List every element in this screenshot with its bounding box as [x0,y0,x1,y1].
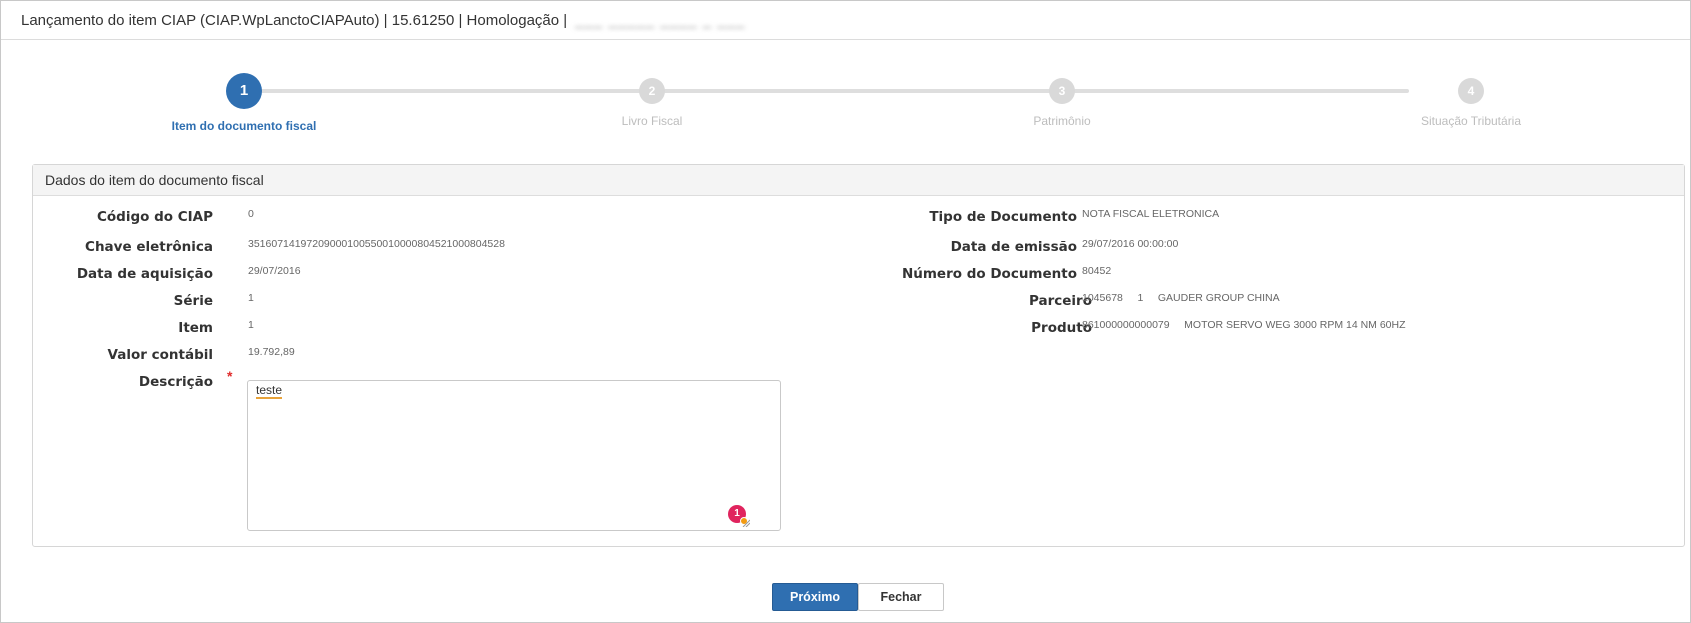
step-3-number: 3 [1049,78,1075,104]
document-item-panel: Dados do item do documento fiscal Código… [32,164,1685,547]
value-tipo-documento: NOTA FISCAL ELETRONICA [1082,208,1220,220]
step-3[interactable]: 3 Patrimônio [912,73,1212,128]
required-marker: * [227,368,233,384]
redacted-environment: ___ _____ ____ _ ___ [575,11,746,29]
descricao-text: teste [256,383,283,399]
step-2-label: Livro Fiscal [621,114,683,128]
close-button[interactable]: Fechar [858,583,944,611]
step-2-number: 2 [639,78,665,104]
value-item: 1 [248,319,254,331]
descricao-textarea[interactable]: teste [247,380,781,531]
panel-title: Dados do item do documento fiscal [33,165,1684,196]
label-item: Item [178,320,213,336]
value-numero-documento: 80452 [1082,265,1112,277]
value-codigo-ciap: 0 [248,208,254,220]
step-3-label: Patrimônio [1033,114,1091,128]
resize-handle-icon[interactable] [742,519,750,527]
step-2[interactable]: 2 Livro Fiscal [502,73,802,128]
label-chave-eletronica: Chave eletrônica [85,239,213,255]
label-tipo-documento: Tipo de Documento [929,209,1077,225]
label-produto: Produto [1031,320,1092,336]
label-descricao: Descrição [138,374,213,390]
step-1[interactable]: 1 Item do documento fiscal [94,73,394,133]
value-produto: 861000000000079 MOTOR SERVO WEG 3000 RPM… [1082,319,1406,331]
next-button[interactable]: Próximo [772,583,858,611]
wizard-stepper: 1 Item do documento fiscal 2 Livro Fisca… [1,73,1690,133]
step-1-number: 1 [226,73,262,109]
stepper-track [244,89,1409,93]
value-chave-eletronica: 3516071419720900010055001000080452100080… [248,238,505,250]
label-serie: Série [173,293,213,309]
value-data-emissao: 29/07/2016 00:00:00 [1082,238,1179,250]
window-title: Lançamento do item CIAP (CIAP.WpLanctoCI… [21,11,568,29]
value-serie: 1 [248,292,254,304]
value-parceiro: 1045678 1 GAUDER GROUP CHINA [1082,292,1280,304]
label-data-emissao: Data de emissão [950,239,1077,255]
label-parceiro: Parceiro [1028,293,1092,309]
step-4-number: 4 [1458,78,1484,104]
step-1-label: Item do documento fiscal [171,119,317,133]
step-4[interactable]: 4 Situação Tributária [1321,73,1621,128]
label-numero-documento: Número do Documento [901,266,1077,282]
app-window: Lançamento do item CIAP (CIAP.WpLanctoCI… [0,0,1691,623]
label-data-aquisicao: Data de aquisição [76,266,213,282]
label-codigo-ciap: Código do CIAP [96,209,213,225]
value-valor-contabil: 19.792,89 [248,346,295,358]
window-titlebar: Lançamento do item CIAP (CIAP.WpLanctoCI… [1,1,1690,40]
label-valor-contabil: Valor contábil [107,347,213,363]
value-data-aquisicao: 29/07/2016 [248,265,301,277]
step-4-label: Situação Tributária [1420,114,1522,128]
